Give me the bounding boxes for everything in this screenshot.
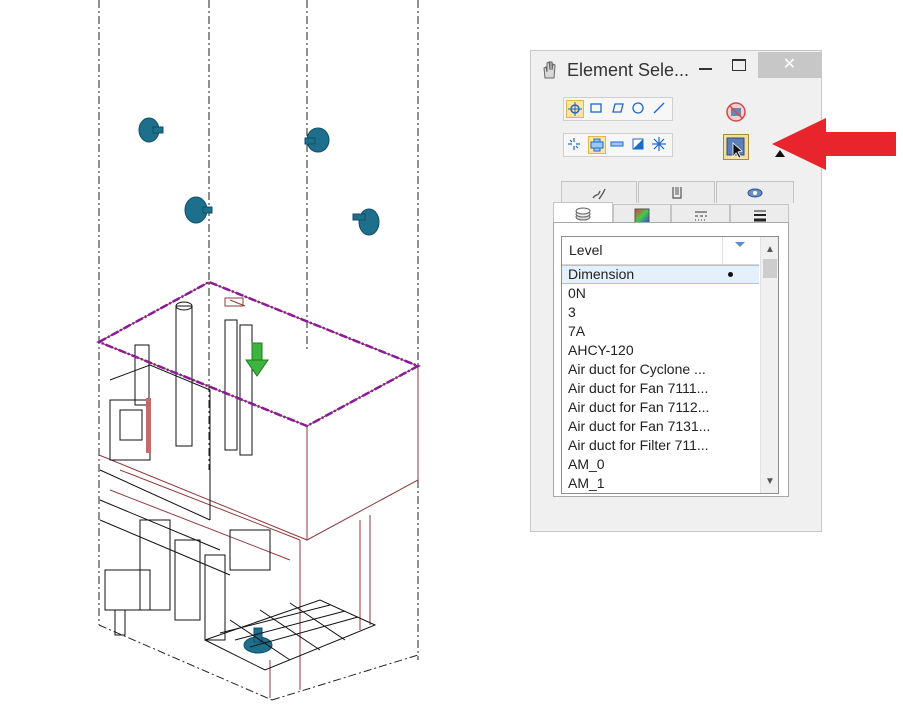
- list-item[interactable]: Air duct for Fan 7111...: [562, 379, 759, 398]
- list-item-label: Air duct for Filter 711...: [568, 437, 709, 453]
- list-item-label: AM_0: [568, 456, 605, 472]
- maximize-button[interactable]: [724, 52, 754, 78]
- column-header-level: Level: [569, 242, 603, 258]
- select-pointer-icon: [726, 137, 745, 159]
- list-item[interactable]: Air duct for Cyclone ...: [562, 360, 759, 379]
- individual-selector-icon: [568, 102, 582, 116]
- tab-cells[interactable]: [638, 181, 715, 203]
- scroll-up-arrow-icon[interactable]: ▲: [761, 241, 778, 259]
- list-item[interactable]: AM_0: [562, 455, 759, 474]
- shape-selector-button[interactable]: [609, 100, 627, 118]
- levels-icon: [575, 207, 591, 221]
- add-mode-icon: [590, 138, 604, 152]
- list-item-label: Dimension: [568, 266, 635, 282]
- red-rod: [146, 398, 151, 453]
- invert-mode-icon: [632, 138, 644, 150]
- new-mode-icon: [568, 138, 580, 150]
- title-bar[interactable]: Element Sele... ✕: [531, 51, 821, 87]
- cell-icon: [671, 187, 682, 199]
- minimize-button[interactable]: [691, 52, 721, 78]
- circle-selector-button[interactable]: [630, 100, 648, 118]
- list-item-label: 0N: [568, 285, 586, 301]
- maximize-icon: [732, 59, 746, 71]
- add-mode-button[interactable]: [588, 136, 606, 154]
- list-item[interactable]: Dimension: [562, 265, 759, 284]
- list-item-label: Air duct for Cyclone ...: [568, 361, 706, 377]
- invert-mode-button[interactable]: [630, 136, 648, 154]
- red-arrow-icon: [772, 118, 896, 170]
- cad-viewport[interactable]: [0, 0, 530, 718]
- list-item[interactable]: 7A: [562, 322, 759, 341]
- list-item[interactable]: Air duct for Fan 7131...: [562, 417, 759, 436]
- list-item-label: AM_1: [568, 475, 605, 491]
- list-item-label: Air duct for Fan 7112...: [568, 399, 710, 415]
- subtract-mode-button[interactable]: [609, 136, 627, 154]
- no-selection-icon: [726, 102, 746, 122]
- block-selector-button[interactable]: [588, 100, 606, 118]
- close-icon: ✕: [782, 56, 797, 73]
- list-item[interactable]: Air duct for Filter 711...: [562, 436, 759, 455]
- tab-eye[interactable]: [716, 181, 794, 203]
- subtract-mode-icon: [610, 141, 624, 147]
- list-item[interactable]: Air duct for Fan 7112...: [562, 398, 759, 417]
- scroll-thumb[interactable]: [763, 259, 777, 278]
- level-list[interactable]: Level Dimension 0N 3 7A AHCY-120 Air duct for…: [561, 236, 779, 494]
- list-item-label: 7A: [568, 323, 586, 339]
- line-selector-icon: [653, 102, 665, 114]
- clear-mode-button[interactable]: [651, 136, 669, 154]
- list-item[interactable]: 0N: [562, 284, 759, 303]
- list-item[interactable]: AM_1: [562, 474, 759, 493]
- close-button[interactable]: ✕: [758, 52, 821, 78]
- list-item-label: Air duct for Fan 7131...: [568, 418, 711, 434]
- new-mode-button[interactable]: [566, 136, 584, 154]
- shape-selector-icon: [612, 103, 624, 113]
- select-all-button[interactable]: [723, 134, 749, 160]
- sparkles-icon: [592, 188, 606, 200]
- green-arrow-icon: [245, 342, 269, 377]
- mode-toolbar: [563, 133, 673, 157]
- minimize-icon: [699, 68, 712, 70]
- individual-selector-button[interactable]: [566, 100, 584, 118]
- list-item[interactable]: AHCY-120: [562, 341, 759, 360]
- eye-icon: [747, 188, 763, 198]
- list-item-label: AHCY-120: [568, 342, 634, 358]
- scroll-down-arrow-icon[interactable]: ▼: [761, 473, 778, 491]
- block-selector-icon: [590, 103, 602, 113]
- clear-mode-icon: [652, 137, 666, 151]
- list-item-label: 3: [568, 304, 576, 320]
- header-divider: [722, 237, 723, 264]
- circle-selector-icon: [632, 102, 644, 114]
- list-item-label: Air duct for Fan 7111...: [568, 380, 709, 396]
- line-selector-button[interactable]: [651, 100, 669, 118]
- hand-icon: [543, 61, 556, 79]
- machine-linework: [99, 301, 377, 671]
- method-toolbar: [563, 97, 673, 121]
- deselect-all-button[interactable]: [725, 101, 747, 123]
- active-level-dot-icon: [728, 272, 733, 277]
- vertical-scrollbar[interactable]: ▲ ▼: [760, 237, 778, 493]
- list-header[interactable]: Level: [562, 237, 759, 265]
- tab-sparkles[interactable]: [561, 181, 637, 203]
- window-title: Element Sele...: [567, 60, 690, 80]
- list-item[interactable]: 3: [562, 303, 759, 322]
- sort-down-icon[interactable]: [735, 242, 745, 247]
